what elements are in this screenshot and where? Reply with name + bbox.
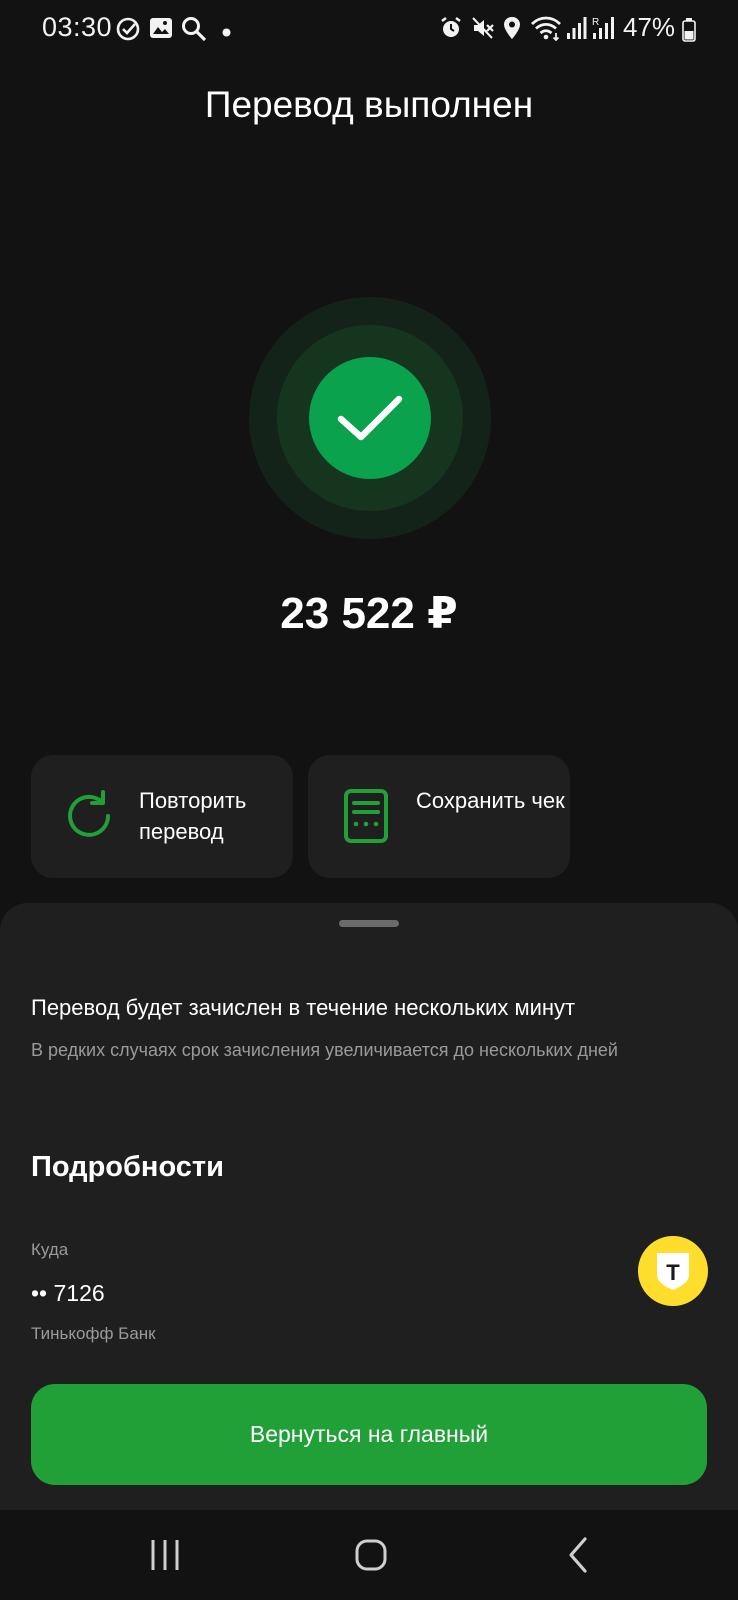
recent-apps-icon[interactable] xyxy=(135,1534,195,1576)
battery-icon xyxy=(682,18,696,47)
signal-icon xyxy=(566,16,588,45)
signal-r-icon: R xyxy=(592,16,616,45)
back-icon[interactable] xyxy=(549,1534,609,1576)
page-title: Перевод выполнен xyxy=(204,84,534,125)
recipient-bank-name: Тинькофф Банк xyxy=(31,1324,156,1343)
wifi-icon xyxy=(530,16,562,47)
repeat-icon xyxy=(68,790,110,837)
svg-text:R: R xyxy=(592,17,599,28)
image-icon xyxy=(149,16,173,45)
dot-icon xyxy=(222,24,231,42)
receipt-icon xyxy=(344,789,388,843)
system-nav-bar xyxy=(0,1510,738,1600)
details-heading: Подробности xyxy=(31,1151,224,1183)
return-home-button[interactable]: Вернуться на главный xyxy=(31,1384,707,1485)
alarm-icon xyxy=(439,16,463,45)
notice-subtitle: В редких случаях срок зачисления увеличи… xyxy=(31,1040,618,1060)
notice-title: Перевод будет зачислен в течение несколь… xyxy=(31,995,576,1020)
repeat-transfer-label: Повторить перевод xyxy=(139,788,247,844)
save-receipt-label: Сохранить чек xyxy=(416,788,565,813)
sheet-drag-handle[interactable] xyxy=(339,920,399,927)
home-icon[interactable] xyxy=(341,1534,401,1576)
location-icon xyxy=(502,16,522,45)
check-icon xyxy=(337,395,403,441)
battery-percent: 47% xyxy=(623,12,676,42)
success-badge xyxy=(309,357,431,479)
save-receipt-button[interactable]: Сохранить чек xyxy=(308,755,570,878)
check-circle-icon xyxy=(115,16,141,47)
repeat-transfer-button[interactable]: Повторить перевод xyxy=(31,755,293,878)
screen: 03:30 R 47% Перевод выполнен 23 522 ₽ По… xyxy=(0,0,738,1600)
bank-logo-icon: Т xyxy=(638,1236,708,1306)
search-icon xyxy=(181,16,207,47)
recipient-label: Куда xyxy=(31,1240,69,1259)
status-time: 03:30 xyxy=(42,12,113,42)
mute-icon xyxy=(471,16,495,45)
transfer-amount: 23 522 ₽ xyxy=(280,589,458,638)
svg-text:Т: Т xyxy=(666,1260,680,1285)
recipient-card-number: •• 7126 xyxy=(31,1280,105,1306)
status-bar: 03:30 R 47% xyxy=(0,0,738,60)
